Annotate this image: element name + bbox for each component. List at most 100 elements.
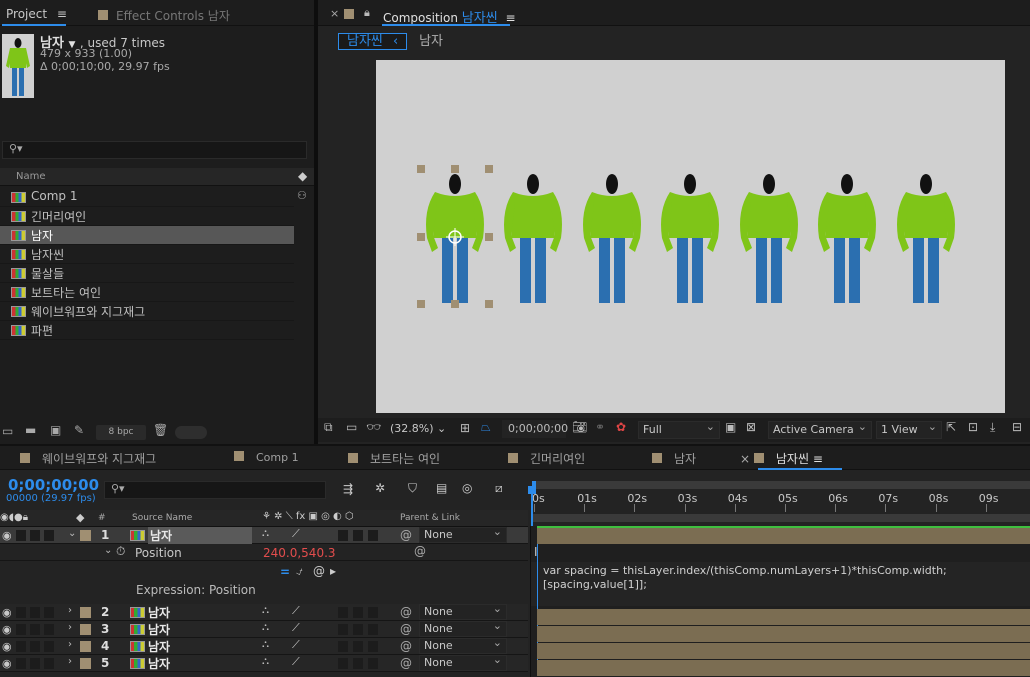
twirl-icon[interactable]: ⌄ bbox=[68, 528, 76, 539]
new-comp-icon[interactable]: ▣ bbox=[50, 423, 61, 437]
expression-pickwhip-icon[interactable]: @ bbox=[313, 564, 325, 578]
transparency-grid-icon[interactable]: ⊠ bbox=[746, 420, 756, 434]
fx-switch[interactable] bbox=[338, 530, 348, 541]
frame-blending-icon[interactable]: ▤ bbox=[436, 481, 447, 495]
audio-switch[interactable] bbox=[16, 530, 26, 541]
audio-switch[interactable] bbox=[16, 624, 26, 635]
timeline-icon[interactable]: ⊟ bbox=[1012, 420, 1022, 434]
mask-icon[interactable]: ⏢ bbox=[481, 420, 491, 435]
solo-switch[interactable] bbox=[30, 530, 40, 541]
menu-icon[interactable]: ≡ bbox=[506, 11, 516, 25]
shy-switch[interactable]: ⛬ bbox=[262, 622, 269, 633]
selection-handle[interactable] bbox=[417, 300, 425, 308]
expression-menu-icon[interactable]: ▸ bbox=[330, 564, 336, 578]
fx-switch[interactable] bbox=[338, 607, 348, 618]
shy-switch[interactable]: ⛬ bbox=[262, 605, 269, 616]
parent-dropdown[interactable]: None bbox=[419, 602, 507, 620]
camera-icon[interactable]: 📷︎ bbox=[572, 420, 587, 434]
current-time-display[interactable]: 0;00;00;00 bbox=[8, 476, 99, 494]
brush-icon[interactable]: ✎ bbox=[74, 423, 84, 437]
project-item[interactable]: 남자 bbox=[0, 226, 294, 245]
source-name-header[interactable]: Source Name bbox=[132, 513, 192, 523]
twirl-down-icon[interactable]: ⌄ bbox=[104, 545, 112, 556]
fx-switch[interactable] bbox=[338, 624, 348, 635]
selection-handle[interactable] bbox=[417, 165, 425, 173]
composition-canvas[interactable] bbox=[376, 60, 1005, 413]
stopwatch-icon[interactable]: ⏱︎ bbox=[116, 544, 125, 559]
region-icon[interactable]: ▣ bbox=[725, 420, 736, 434]
show-snapshot-icon[interactable]: ⚭ bbox=[595, 420, 605, 434]
motion-blur-switch[interactable] bbox=[353, 641, 363, 652]
shy-switch[interactable]: ⛬ bbox=[262, 639, 269, 650]
parent-dropdown[interactable]: None bbox=[419, 653, 507, 671]
always-preview-icon[interactable]: ⧉ bbox=[324, 420, 333, 435]
selection-handle[interactable] bbox=[451, 165, 459, 173]
visibility-eye-icon[interactable]: ◉ bbox=[2, 657, 12, 670]
layer-2-bar[interactable] bbox=[537, 609, 1030, 625]
parent-link-header[interactable]: Parent & Link bbox=[400, 513, 460, 523]
motion-blur-switch[interactable] bbox=[353, 658, 363, 669]
track-area[interactable]: var spacing = thisLayer.index/(thisComp.… bbox=[530, 526, 1030, 677]
motion-blur-switch[interactable] bbox=[353, 607, 363, 618]
selection-handle[interactable] bbox=[485, 233, 493, 241]
quality-switch[interactable]: ⟋ bbox=[292, 655, 300, 669]
shy-layers-icon[interactable]: ⛉ bbox=[408, 481, 417, 496]
menu-icon[interactable]: ≡ bbox=[57, 7, 67, 21]
monitor-icon[interactable]: ▭ bbox=[346, 420, 357, 434]
timeline-tab[interactable]: 웨이브워프와 지그재그 bbox=[20, 450, 156, 467]
selection-handle[interactable] bbox=[451, 300, 459, 308]
pickwhip-icon[interactable]: @ bbox=[414, 544, 426, 558]
timeline-search-input[interactable]: ⚲▾ bbox=[104, 481, 326, 499]
label-header-icon[interactable]: ◆ bbox=[76, 511, 84, 524]
grid-icon[interactable]: ⊞ bbox=[460, 421, 470, 435]
expression-enable-icon[interactable]: = bbox=[280, 565, 290, 579]
motion-blur-icon[interactable]: ◎ bbox=[462, 481, 472, 495]
work-area-bar[interactable] bbox=[532, 514, 1030, 522]
label-color-box[interactable] bbox=[80, 658, 91, 669]
trash-icon[interactable]: 🗑 bbox=[153, 423, 168, 437]
layer-name[interactable]: 남자 bbox=[148, 655, 170, 672]
camera-dropdown[interactable]: Active Camera bbox=[768, 419, 872, 439]
fx-switch[interactable] bbox=[338, 658, 348, 669]
lock-switch[interactable] bbox=[44, 641, 54, 652]
menu-icon[interactable]: ≡ bbox=[809, 452, 823, 466]
vr-goggles-icon[interactable]: 👓︎ bbox=[366, 420, 381, 434]
project-item[interactable]: 물살들 bbox=[0, 264, 294, 283]
timeline-tab[interactable]: 남자 bbox=[652, 450, 696, 467]
solo-switch[interactable] bbox=[30, 624, 40, 635]
layer-name[interactable]: 남자 bbox=[148, 527, 253, 544]
quality-switch[interactable]: ⟋ bbox=[292, 604, 300, 618]
shy-switch[interactable]: ⛬ bbox=[262, 656, 269, 667]
timeline-tab[interactable]: 보트타는 여인 bbox=[348, 450, 440, 467]
interpret-footage-icon[interactable]: ▭ bbox=[2, 424, 13, 438]
close-icon[interactable]: × bbox=[330, 7, 339, 20]
motion-blur-switch[interactable] bbox=[353, 530, 363, 541]
adjustment-switch[interactable] bbox=[368, 658, 378, 669]
layer-name[interactable]: 남자 bbox=[148, 604, 170, 621]
label-color-box[interactable] bbox=[80, 607, 91, 618]
expression-editor[interactable]: var spacing = thisLayer.index/(thisComp.… bbox=[531, 562, 1030, 606]
shy-switch[interactable]: ⛬ bbox=[262, 528, 269, 539]
color-channels-icon[interactable]: ✿ bbox=[616, 420, 626, 434]
reset-exposure-icon[interactable]: ⊡ bbox=[968, 420, 978, 434]
adjustment-switch[interactable] bbox=[368, 641, 378, 652]
selection-handle[interactable] bbox=[485, 300, 493, 308]
motion-blur-switch[interactable] bbox=[353, 624, 363, 635]
lock-icon[interactable]: 🔒︎ bbox=[364, 6, 370, 20]
views-dropdown[interactable]: 1 View bbox=[876, 419, 942, 439]
audio-switch[interactable] bbox=[16, 607, 26, 618]
quality-switch[interactable]: ⟋ bbox=[292, 527, 300, 541]
fx-switch[interactable] bbox=[338, 641, 348, 652]
twirl-icon[interactable]: › bbox=[68, 656, 72, 667]
label-color-box[interactable] bbox=[80, 641, 91, 652]
project-item[interactable]: 파편 bbox=[0, 321, 294, 340]
bpc-button[interactable]: 8 bpc bbox=[96, 425, 146, 440]
resolution-dropdown[interactable]: Full bbox=[638, 419, 720, 439]
layer-4-bar[interactable] bbox=[537, 643, 1030, 659]
scroll-handle[interactable] bbox=[175, 426, 207, 439]
label-color-box[interactable] bbox=[80, 624, 91, 635]
adjustment-switch[interactable] bbox=[368, 530, 378, 541]
twirl-icon[interactable]: › bbox=[68, 605, 72, 616]
graph-editor-icon[interactable]: ⧄ bbox=[495, 481, 503, 496]
audio-switch[interactable] bbox=[16, 658, 26, 669]
